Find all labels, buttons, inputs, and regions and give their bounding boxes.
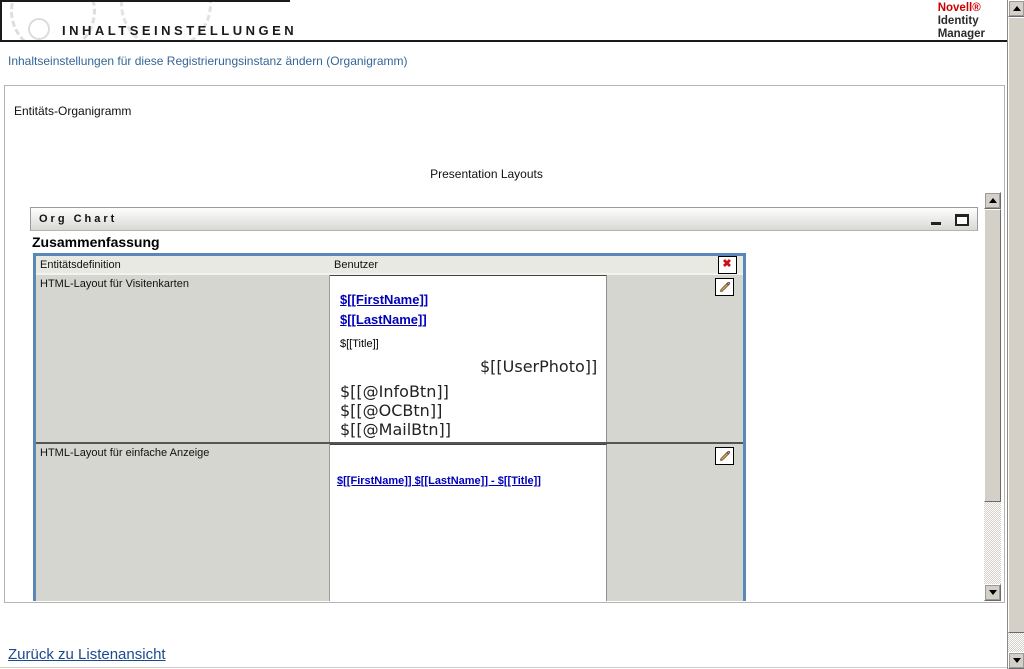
scroll-down-button[interactable] xyxy=(1008,652,1024,669)
simple-display-layout-label: HTML-Layout für einfache Anzeige xyxy=(36,444,330,601)
delete-x-icon: ✖ xyxy=(722,258,732,270)
lastname-token-link[interactable]: $[[LastName]] xyxy=(340,310,427,330)
scroll-up-button[interactable] xyxy=(984,192,1001,209)
mailbtn-token: $[[@MailBtn]] xyxy=(340,420,452,439)
edit-button[interactable] xyxy=(715,447,734,465)
business-card-layout-label: HTML-Layout für Visitenkarten xyxy=(36,275,330,442)
org-chart-window: Org Chart Zusammenfassung Entitätsdefini… xyxy=(30,207,978,601)
brand-product-line2: Manager xyxy=(937,28,985,40)
window-title: Org Chart xyxy=(39,213,118,225)
ocbtn-token: $[[@OCBtn]] xyxy=(340,401,443,420)
table-header-row: Entitätsdefinition Benutzer ✖ xyxy=(36,255,743,275)
entity-definition-value: Benutzer xyxy=(334,258,379,271)
header-action-cell: ✖ xyxy=(711,255,743,274)
org-chart-titlebar: Org Chart xyxy=(30,207,978,231)
brand-name: Novell® xyxy=(937,2,981,14)
arrow-down-icon xyxy=(988,590,997,595)
simple-layout-line: $[[FirstName]] $[[LastName]] - $[[Title]… xyxy=(330,471,606,489)
summary-heading: Zusammenfassung xyxy=(32,234,160,250)
simple-display-preview: $[[FirstName]] $[[LastName]] - $[[Title]… xyxy=(330,444,607,601)
minimize-button[interactable] xyxy=(931,222,941,225)
gear-icon xyxy=(28,18,50,40)
business-card-preview: $[[FirstName]] $[[LastName]] $[[Title]] … xyxy=(330,275,607,442)
novell-logo: Novell® Identity Manager xyxy=(938,2,985,41)
presentation-layouts-title: Presentation Layouts xyxy=(430,167,543,181)
arrow-down-icon xyxy=(1012,658,1021,663)
page-title: INHALTSEINSTELLUNGEN xyxy=(62,23,298,38)
arrow-up-icon xyxy=(1012,6,1021,11)
content-panel: Entitäts-Organigramm Presentation Layout… xyxy=(4,85,1005,603)
row-action-cell xyxy=(607,444,743,601)
title-token: $[[Title]] xyxy=(340,338,379,350)
arrow-up-icon xyxy=(988,198,997,203)
delete-button[interactable]: ✖ xyxy=(717,255,737,274)
card-layout: $[[FirstName]] $[[LastName]] $[[Title]] … xyxy=(330,276,606,439)
pencil-icon xyxy=(720,281,731,292)
scrollbar-thumb[interactable] xyxy=(984,209,1001,502)
orgchart-scrollbar[interactable] xyxy=(984,192,1001,601)
scroll-down-button[interactable] xyxy=(984,584,1001,601)
table-row: HTML-Layout für einfache Anzeige $[[Firs… xyxy=(36,444,743,601)
table-row: HTML-Layout für Visitenkarten $[[FirstNa… xyxy=(36,275,743,442)
page-scrollbar[interactable] xyxy=(1007,0,1024,669)
firstname-token-link[interactable]: $[[FirstName]] xyxy=(340,290,428,310)
row-action-cell xyxy=(607,275,743,442)
entity-definition-header: Entitätsdefinition xyxy=(40,258,121,271)
edit-button[interactable] xyxy=(715,278,734,296)
maximize-button[interactable] xyxy=(955,214,969,226)
scroll-up-button[interactable] xyxy=(1008,0,1024,17)
breadcrumb-link[interactable]: Inhaltseinstellungen für diese Registrie… xyxy=(8,54,408,68)
layout-table: Entitätsdefinition Benutzer ✖ HTML-Layou… xyxy=(33,253,746,601)
brand-product-line1: Identity xyxy=(937,15,979,27)
scrollbar-thumb[interactable] xyxy=(1008,17,1024,633)
infobtn-token: $[[@InfoBtn]] xyxy=(340,382,449,401)
card-button-tokens: $[[@InfoBtn]] $[[@OCBtn]] $[[@MailBtn]] xyxy=(340,382,596,439)
userphoto-token: $[[UserPhoto]] xyxy=(480,357,598,376)
page: INHALTSEINSTELLUNGEN Novell® Identity Ma… xyxy=(0,0,1024,669)
back-to-list-link[interactable]: Zurück zu Listenansicht xyxy=(8,646,166,663)
pencil-icon xyxy=(720,450,731,461)
header-bar: INHALTSEINSTELLUNGEN Novell® Identity Ma… xyxy=(0,0,1007,42)
bottom-divider xyxy=(0,667,1007,668)
entity-orgchart-label: Entitäts-Organigramm xyxy=(14,104,132,118)
simple-layout-token-link[interactable]: $[[FirstName]] $[[LastName]] - $[[Title]… xyxy=(337,475,541,487)
